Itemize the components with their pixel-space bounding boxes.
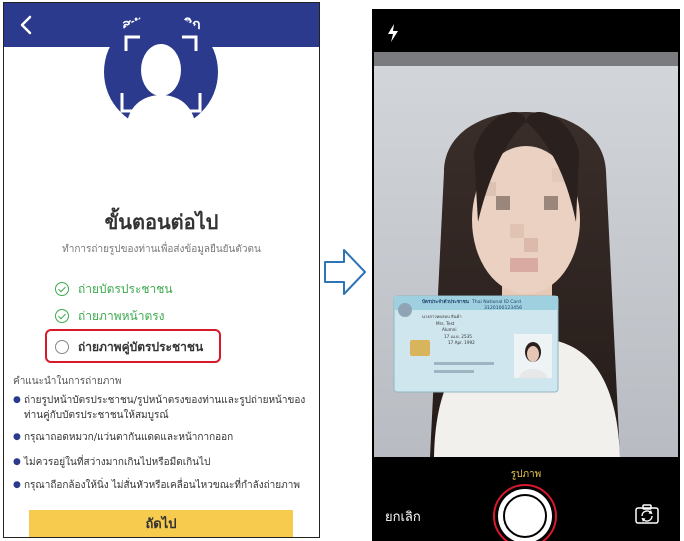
flash-icon[interactable] bbox=[386, 23, 400, 43]
id-card-lastname-en: Alumni bbox=[442, 327, 457, 332]
id-card-number: 3120100123456 bbox=[484, 305, 522, 311]
id-card-name-thai: นางสาวทดสอบ สินค้า bbox=[422, 314, 462, 319]
face-scan-icon bbox=[120, 35, 202, 129]
tips-heading: คำแนะนำในการถ่ายภาพ bbox=[13, 376, 122, 387]
bullet-icon: ● bbox=[13, 480, 21, 490]
bullet-icon: ● bbox=[13, 457, 21, 467]
next-button[interactable]: ถัดไป bbox=[29, 510, 293, 537]
check-circle-icon bbox=[55, 282, 69, 296]
bullet-icon: ● bbox=[13, 395, 21, 405]
tip-item: ● กรุณาถอดหมวก/แว่นตากันแดดและหน้ากากออก bbox=[13, 430, 313, 445]
step-label: ถ่ายภาพคู่บัตรประชาชน bbox=[78, 339, 204, 354]
step-item-id-card: ถ่ายบัตรประชาชน bbox=[55, 278, 173, 300]
tip-item: ● ไม่ควรอยู่ในที่สว่างมากเกินไปหรือมืดเก… bbox=[13, 455, 313, 470]
steps-title: ขั้นตอนต่อไป bbox=[104, 210, 219, 234]
face-avatar-illustration bbox=[104, 15, 218, 129]
id-card-name-en: Mrs. Test bbox=[436, 321, 455, 326]
camera-switch-icon[interactable] bbox=[635, 504, 659, 524]
tip-item: ● ถ่ายรูปหน้าบัตรประชาชน/รูปหน้าตรงของท่… bbox=[13, 393, 313, 423]
cancel-button[interactable]: ยกเลิก bbox=[385, 506, 421, 527]
tip-text: ถ่ายรูปหน้าบัตรประชาชน/รูปหน้าตรงของท่าน… bbox=[24, 395, 306, 421]
id-card-header-thai: บัตรประจำตัวประชาชน bbox=[422, 298, 470, 305]
arrow-right-outline-icon bbox=[324, 249, 366, 295]
step-label: ถ่ายบัตรประชาชน bbox=[78, 281, 173, 296]
shutter-inner-circle bbox=[503, 494, 547, 538]
tip-item: ● กรุณาถือกล้องให้นิ่ง ไม่สั่นหัวหรือเคล… bbox=[13, 478, 313, 493]
shutter-button[interactable] bbox=[498, 489, 552, 541]
id-card-dob-en: 17 Apr. 1992 bbox=[448, 340, 475, 345]
camera-preview[interactable]: บัตรประจำตัวประชาชน Thai National ID Car… bbox=[374, 52, 678, 457]
step-item-photo-with-id-card: ถ่ายภาพคู่บัตรประชาชน bbox=[55, 336, 203, 358]
empty-circle-icon bbox=[55, 340, 69, 354]
camera-screen: บัตรประจำตัวประชาชน Thai National ID Car… bbox=[372, 9, 680, 541]
id-card: บัตรประจำตัวประชาชน Thai National ID Car… bbox=[393, 295, 559, 393]
step-item-face-photo: ถ่ายภาพหน้าตรง bbox=[55, 305, 165, 327]
check-circle-icon bbox=[55, 309, 69, 323]
id-card-dob-thai: 17 เม.ย. 2535 bbox=[444, 334, 472, 339]
registration-screen: สมัครสมาชิก ขั้นตอนต่อไป ทำการถ่ายรูปของ… bbox=[3, 2, 320, 538]
tip-text: กรุณาถอดหมวก/แว่นตากันแดดและหน้ากากออก bbox=[24, 432, 234, 443]
id-card-header-en: Thai National ID Card bbox=[471, 299, 521, 305]
bullet-icon: ● bbox=[13, 432, 21, 442]
tip-text: กรุณาถือกล้องให้นิ่ง ไม่สั่นหัวหรือเคลื่… bbox=[24, 480, 300, 491]
preview-image: บัตรประจำตัวประชาชน Thai National ID Car… bbox=[374, 52, 678, 457]
photo-mode-label[interactable]: รูปภาพ bbox=[372, 467, 680, 482]
steps-subtitle: ทำการถ่ายรูปของท่านเพื่อส่งข้อมูลยืนยันต… bbox=[62, 244, 261, 255]
tip-text: ไม่ควรอยู่ในที่สว่างมากเกินไปหรือมืดเกิน… bbox=[24, 457, 211, 468]
step-label: ถ่ายภาพหน้าตรง bbox=[78, 308, 165, 323]
